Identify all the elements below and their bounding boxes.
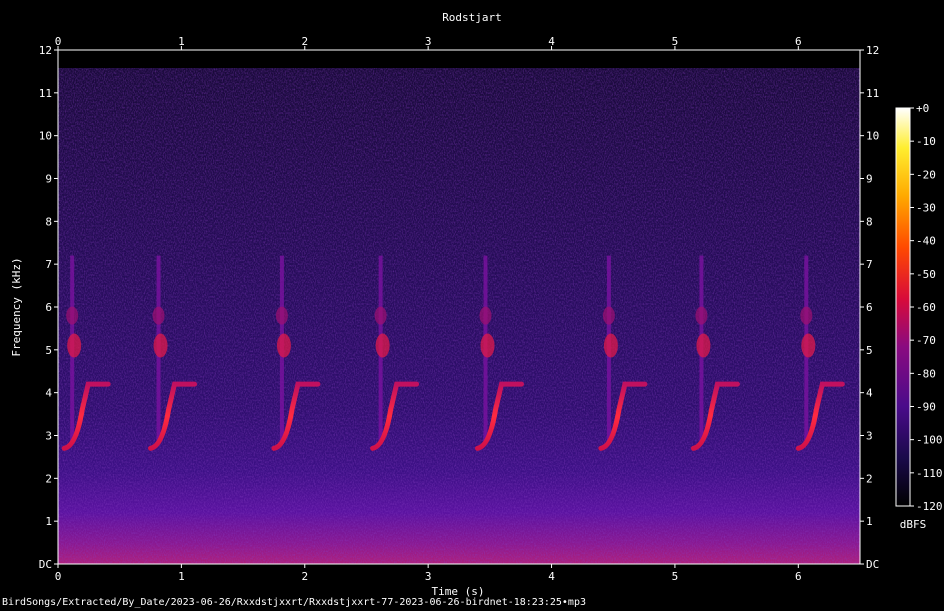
x-tick-label-top: 0: [55, 35, 62, 48]
y-tick-label: 12: [39, 44, 52, 57]
colorbar-tick-label: -30: [916, 202, 936, 215]
x-tick-label-top: 2: [301, 35, 308, 48]
y-tick-label-right: 8: [866, 215, 873, 228]
colorbar-label: dBFS: [900, 518, 927, 531]
y-tick-label: 4: [45, 387, 52, 400]
y-tick-label: 11: [39, 87, 52, 100]
colorbar-tick-label: -120: [916, 500, 943, 513]
y-tick-label: 9: [45, 173, 52, 186]
colorbar-gradient: [895, 107, 911, 507]
x-tick-label-top: 4: [548, 35, 555, 48]
y-tick-label-right: 9: [866, 173, 873, 186]
x-tick-label: 2: [301, 570, 308, 583]
y-tick-label-right: 3: [866, 430, 873, 443]
y-tick-label: 5: [45, 344, 52, 357]
y-tick-label-right: DC: [866, 558, 879, 571]
spectrogram-top-band: [58, 50, 860, 68]
phrase-harmonic: [153, 333, 168, 358]
y-tick-label-right: 2: [866, 472, 873, 485]
phrase-harmonic: [801, 333, 816, 358]
phrase-overtone: [602, 306, 615, 325]
phrase-overtone: [275, 306, 288, 325]
colorbar-tick-label: -110: [916, 467, 943, 480]
phrase-harmonic: [480, 333, 495, 358]
spectrogram-figure: Rodstjart 00112233445566 DC DC1 12 23 34 45 56…: [10, 11, 943, 598]
y-tick-label-right: 7: [866, 258, 873, 271]
colorbar-tick-label: -100: [916, 434, 943, 447]
colorbar-tick-label: -50: [916, 268, 936, 281]
phrase-harmonic: [67, 333, 82, 358]
colorbar-tick-label: -20: [916, 168, 936, 181]
y-tick-label: DC: [39, 558, 52, 571]
colorbar-tick-label: -80: [916, 367, 936, 380]
colorbar-tick-label: -10: [916, 135, 936, 148]
y-tick-label-right: 6: [866, 301, 873, 314]
phrase-overtone: [66, 306, 79, 325]
x-tick-label: 3: [425, 570, 432, 583]
phrase-overtone: [152, 306, 165, 325]
phrase-overtone: [800, 306, 813, 325]
x-tick-label-top: 5: [672, 35, 679, 48]
x-tick-label: 5: [672, 570, 679, 583]
y-tick-label: 2: [45, 472, 52, 485]
y-tick-label-right: 5: [866, 344, 873, 357]
y-axis-label: Frequency (kHz): [10, 257, 23, 356]
colorbar-tick-label: -90: [916, 401, 936, 414]
phrase-harmonic: [603, 333, 618, 358]
y-tick-label: 7: [45, 258, 52, 271]
y-tick-label: 10: [39, 130, 52, 143]
colorbar-tick-label: -40: [916, 235, 936, 248]
y-tick-label: 8: [45, 215, 52, 228]
phrase-overtone: [479, 306, 492, 325]
y-tick-label: 1: [45, 515, 52, 528]
phrase-harmonic: [696, 333, 711, 358]
colorbar: +0 -10 -20 -30 -40 -50 -60 -70 -80 -90 -100 -110 -12…: [895, 102, 943, 531]
x-tick-label: 1: [178, 570, 185, 583]
x-tick-label: 0: [55, 570, 62, 583]
colorbar-tick-label: -70: [916, 334, 936, 347]
y-tick-label-right: 1: [866, 515, 873, 528]
x-tick-label: 4: [548, 570, 555, 583]
spectrogram-noise: [58, 68, 860, 564]
plot-area: [58, 50, 860, 564]
phrase-harmonic: [276, 333, 291, 358]
chart-title: Rodstjart: [442, 11, 502, 24]
y-tick-label: 6: [45, 301, 52, 314]
y-tick-label: 3: [45, 430, 52, 443]
y-tick-label-right: 12: [866, 44, 879, 57]
phrase-overtone: [695, 306, 708, 325]
colorbar-tick-label: +0: [916, 102, 929, 115]
phrase-harmonic: [375, 333, 390, 358]
y-tick-label-right: 4: [866, 387, 873, 400]
y-tick-label-right: 11: [866, 87, 879, 100]
phrase-overtone: [374, 306, 387, 325]
y-tick-label-right: 10: [866, 130, 879, 143]
x-tick-label-top: 3: [425, 35, 432, 48]
colorbar-ticks: +0 -10 -20 -30 -40 -50 -60 -70 -80 -90 -100 -110 -12…: [910, 102, 943, 513]
x-tick-label: 6: [795, 570, 802, 583]
x-tick-label-top: 6: [795, 35, 802, 48]
colorbar-tick-label: -60: [916, 301, 936, 314]
file-path-footer: BirdSongs/Extracted/By_Date/2023-06-26/R…: [2, 597, 586, 608]
x-tick-label-top: 1: [178, 35, 185, 48]
